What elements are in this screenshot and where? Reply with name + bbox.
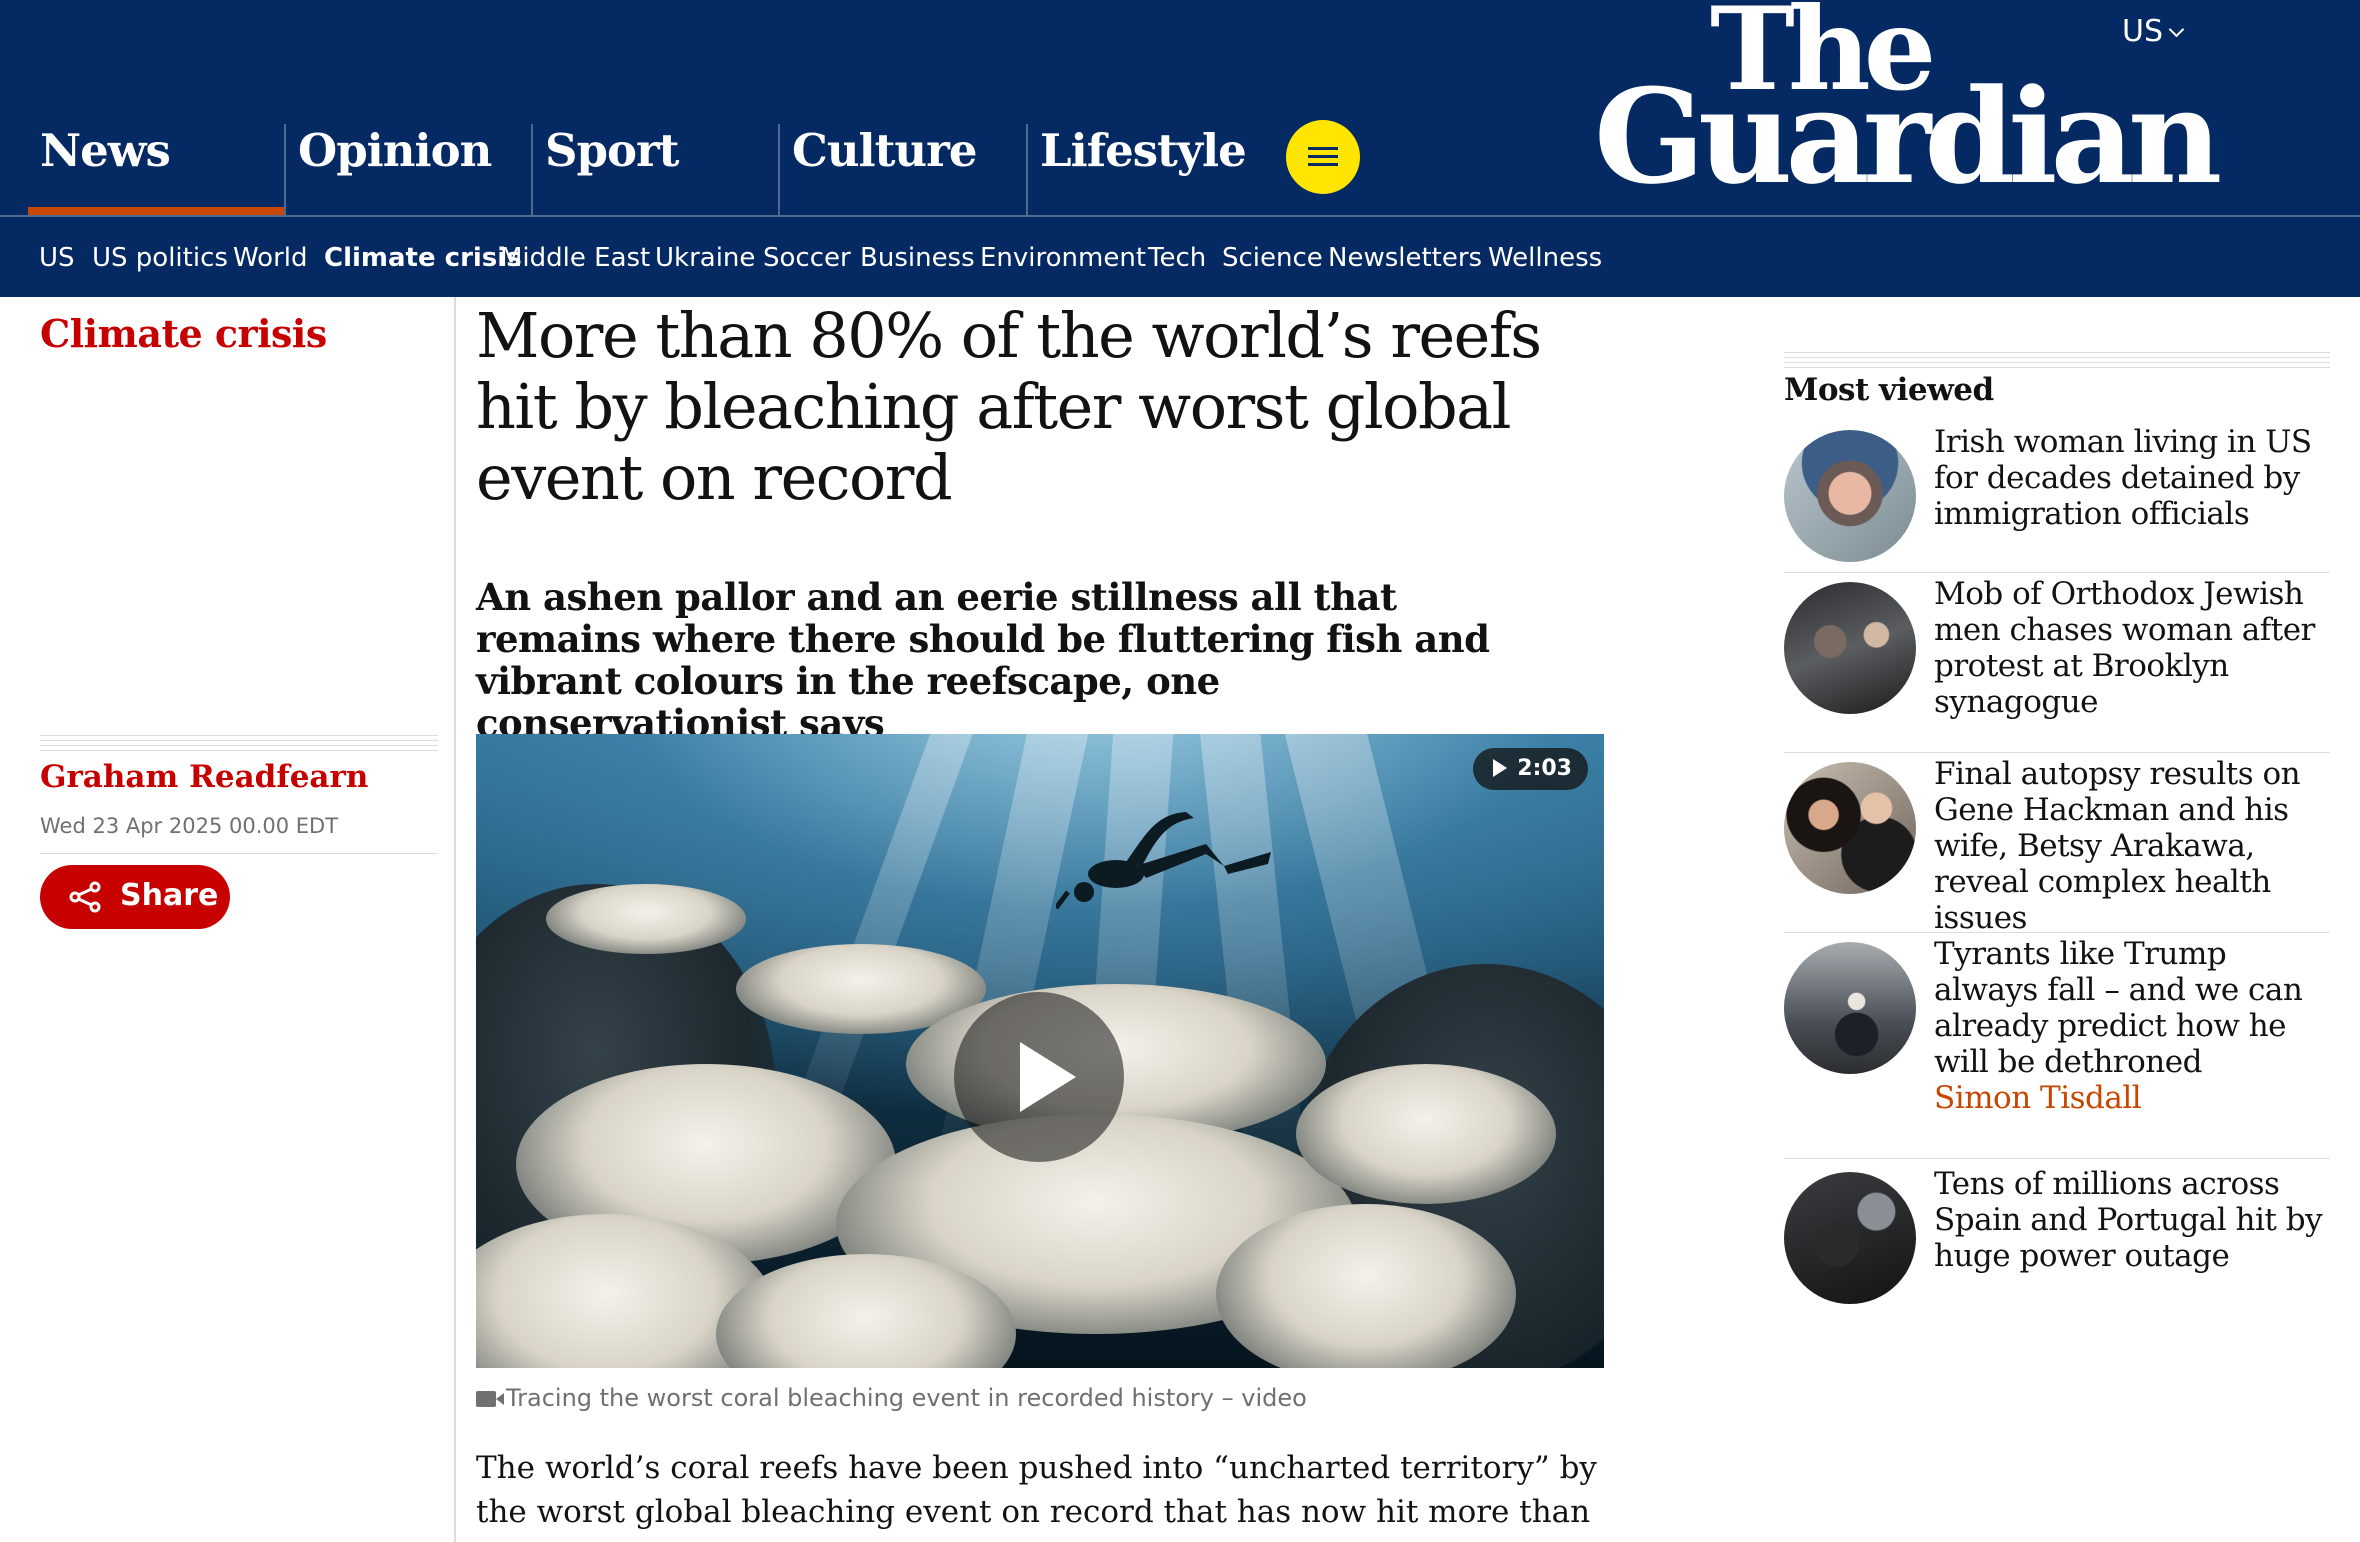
- video-caption: Tracing the worst coral bleaching event …: [476, 1384, 1307, 1412]
- masthead: US The Guardian News Opinion Sport Cultu…: [0, 0, 2360, 297]
- pillar-culture-label: Culture: [792, 124, 977, 177]
- meta-divider: [40, 853, 438, 854]
- hamburger-icon-bar: [1308, 155, 1338, 158]
- author-byline[interactable]: Graham Readfearn: [40, 759, 368, 795]
- subnav-item-us[interactable]: US: [39, 243, 75, 273]
- pillar-news[interactable]: News: [28, 124, 284, 215]
- pillar-sport[interactable]: Sport: [531, 124, 779, 215]
- section-label[interactable]: Climate crisis: [40, 311, 327, 356]
- bleached-coral: [1296, 1064, 1556, 1204]
- subnav-item-environment[interactable]: Environment: [980, 243, 1146, 273]
- thumbnail-image: [1784, 430, 1916, 562]
- logo-line-2: Guardian: [1594, 60, 2222, 213]
- list-divider: [1784, 932, 2330, 933]
- bleached-coral: [546, 884, 746, 954]
- article-headline: More than 80% of the world’s reefs hit b…: [476, 299, 1542, 514]
- pillar-lifestyle-label: Lifestyle: [1040, 124, 1247, 177]
- caption-text: Tracing the worst coral bleaching event …: [506, 1384, 1307, 1412]
- main-video-player[interactable]: 2:03: [476, 734, 1604, 1368]
- thumbnail-image: [1784, 1172, 1916, 1304]
- pillar-sport-label: Sport: [545, 124, 679, 177]
- share-label: Share: [120, 878, 219, 913]
- most-viewed-headline: Tyrants like Trump always fall – and we …: [1934, 936, 2330, 1116]
- subnav-item-soccer[interactable]: Soccer: [763, 243, 851, 273]
- subnav-item-newsletters[interactable]: Newsletters: [1328, 243, 1482, 273]
- share-button[interactable]: Share: [40, 865, 230, 929]
- list-divider: [1784, 1158, 2330, 1159]
- menu-button[interactable]: [1286, 120, 1360, 194]
- share-icon: [69, 881, 101, 913]
- video-camera-icon: [476, 1391, 504, 1407]
- most-viewed-title: Most viewed: [1784, 372, 1994, 408]
- subnav-item-us-politics[interactable]: US politics: [92, 243, 228, 273]
- pillar-opinion-label: Opinion: [298, 124, 492, 177]
- article-meta-column: Climate crisis Graham Readfearn Wed 23 A…: [0, 297, 456, 1542]
- hamburger-icon-bar: [1308, 163, 1338, 166]
- hamburger-icon: [1308, 147, 1338, 150]
- meta-rules: [40, 735, 438, 753]
- subnav-item-science[interactable]: Science: [1222, 243, 1323, 273]
- publish-date: Wed 23 Apr 2025 00.00 EDT: [40, 814, 339, 838]
- guardian-logo[interactable]: The Guardian: [1594, 0, 2222, 202]
- video-duration-badge: 2:03: [1473, 748, 1588, 790]
- play-small-icon: [1493, 759, 1508, 777]
- pillar-opinion[interactable]: Opinion: [284, 124, 532, 215]
- play-button[interactable]: [954, 992, 1124, 1162]
- list-divider: [1784, 752, 2330, 753]
- most-viewed-rules: [1784, 352, 2330, 370]
- pillar-culture[interactable]: Culture: [778, 124, 1026, 215]
- thumbnail-image: [1784, 582, 1916, 714]
- duration-label: 2:03: [1517, 756, 1572, 781]
- most-viewed-headline: Irish woman living in US for decades det…: [1934, 424, 2312, 532]
- subnav-item-world[interactable]: World: [233, 243, 308, 273]
- subnav-item-wellness[interactable]: Wellness: [1488, 243, 1602, 273]
- subnav-item-middle-east[interactable]: Middle East: [500, 243, 650, 273]
- most-viewed-headline: Tens of millions across Spain and Portug…: [1934, 1166, 2323, 1274]
- active-pillar-underline: [28, 207, 284, 215]
- pillar-news-label: News: [40, 124, 171, 177]
- most-viewed-headline: Mob of Orthodox Jewish men chases woman …: [1934, 576, 2315, 720]
- subnav-item-tech[interactable]: Tech: [1148, 243, 1206, 273]
- pillar-lifestyle[interactable]: Lifestyle: [1026, 124, 1274, 215]
- article-body: The world’s coral reefs have been pushed…: [476, 1450, 1597, 1542]
- diver-silhouette: [1056, 812, 1271, 910]
- most-viewed-author: Simon Tisdall: [1934, 1080, 2142, 1116]
- most-viewed-headline: Final autopsy results on Gene Hackman an…: [1934, 756, 2301, 936]
- subnav-item-business[interactable]: Business: [860, 243, 975, 273]
- sub-nav: US US politics World Climate crisis Midd…: [0, 217, 2360, 297]
- list-divider: [1784, 572, 2330, 573]
- most-viewed-headline-text: Tyrants like Trump always fall – and we …: [1934, 936, 2303, 1080]
- subnav-item-ukraine[interactable]: Ukraine: [655, 243, 755, 273]
- thumbnail-image: [1784, 762, 1916, 894]
- article-standfirst: An ashen pallor and an eerie stillness a…: [476, 575, 1490, 745]
- thumbnail-image: [1784, 942, 1916, 1074]
- play-icon: [1020, 1042, 1076, 1112]
- subnav-item-climate-crisis[interactable]: Climate crisis: [324, 243, 522, 273]
